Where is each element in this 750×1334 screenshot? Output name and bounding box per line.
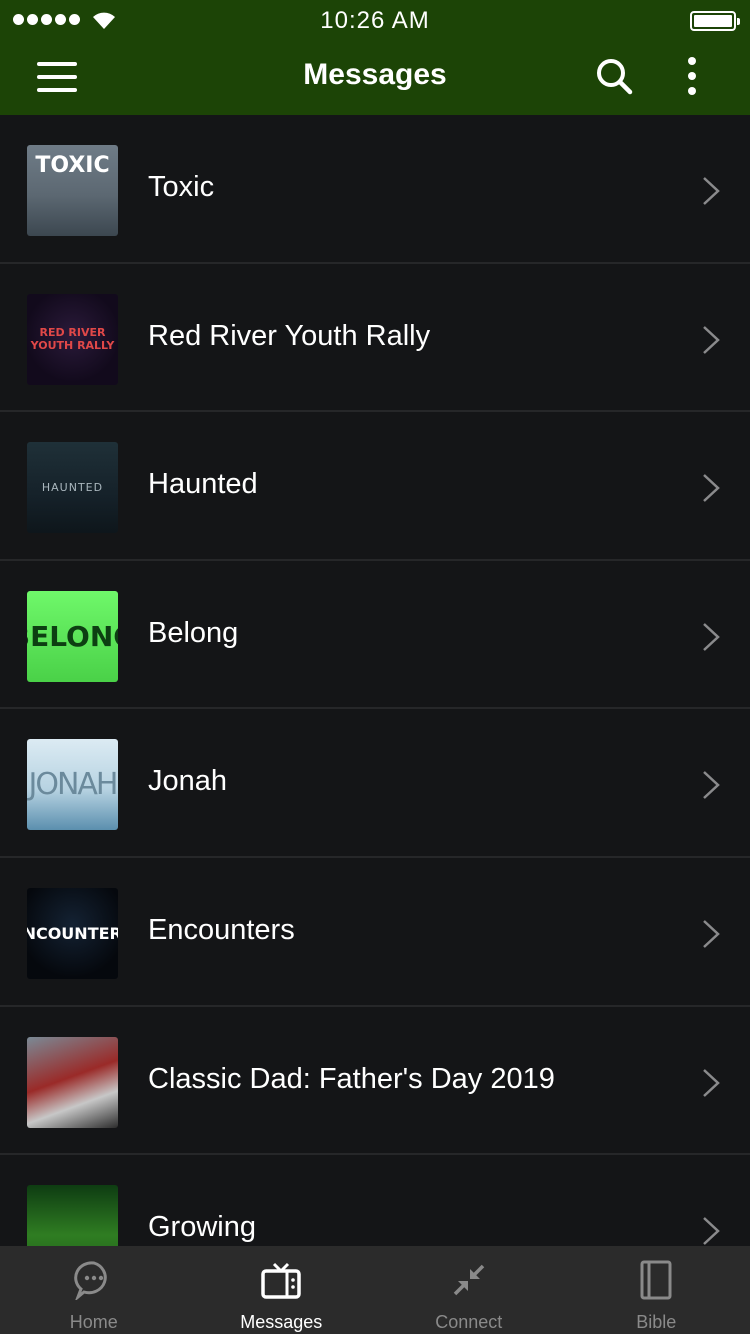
list-item-title: Haunted [148,468,258,501]
app-header: Messages [0,40,750,115]
chevron-right-icon [703,771,720,800]
series-thumbnail: RED RIVER YOUTH RALLY [27,293,118,385]
chevron-right-icon [703,920,720,948]
page-title: Messages [303,58,447,91]
book-icon [640,1260,672,1300]
tab-connect[interactable]: Connect [375,1246,563,1334]
list-item[interactable]: Classic Dad: Father's Day 2019 [0,1007,750,1156]
tv-icon [261,1262,301,1299]
tab-label: Bible [636,1312,677,1332]
list-item-title: Growing [148,1211,256,1244]
tab-bible[interactable]: Bible [563,1246,750,1334]
tab-label: Home [69,1312,118,1332]
list-item-title: Belong [148,616,239,649]
list-item-title: Toxic [148,171,215,203]
chevron-right-icon [703,622,720,651]
series-thumbnail: ENCOUNTERS [27,887,118,979]
list-item-title: Jonah [148,765,228,798]
tab-home[interactable]: Home [0,1246,188,1334]
more-options-icon[interactable] [672,54,712,98]
series-thumbnail: BELONG [27,590,118,682]
search-icon[interactable] [592,54,636,98]
list-item[interactable]: RED RIVER YOUTH RALLY Red River Youth Ra… [0,264,750,413]
list-item[interactable]: BELONG Belong [0,561,750,710]
list-item-title: Classic Dad: Father's Day 2019 [148,1062,555,1095]
series-thumbnail: HAUNTED [27,442,118,534]
list-item[interactable]: HAUNTED Haunted [0,412,750,561]
tab-label: Connect [435,1312,503,1332]
list-item[interactable]: ENCOUNTERS Encounters [0,858,750,1007]
chevron-right-icon [703,177,720,205]
series-thumbnail: TOXIC [27,145,118,236]
series-thumbnail: JONAH [27,739,118,831]
tab-messages[interactable]: Messages [188,1246,376,1334]
list-item-title: Encounters [148,913,295,946]
list-item[interactable]: TOXIC Toxic [0,115,750,264]
top-bar: 10:26 AM Messages [0,0,750,115]
chevron-right-icon [703,1068,720,1097]
chevron-right-icon [703,1217,720,1246]
tab-label: Messages [240,1312,323,1332]
chevron-right-icon [703,325,720,354]
chevron-right-icon [703,474,720,503]
tab-bar: Home Messages Connect Bible [0,1246,750,1334]
list-item[interactable]: JONAH Jonah [0,709,750,858]
messages-list: TOXIC Toxic RED RIVER YOUTH RALLY Red Ri… [0,115,750,1246]
list-item[interactable]: Growing [0,1155,750,1246]
status-bar: 10:26 AM [0,0,750,40]
battery-icon [690,11,740,31]
list-item-title: Red River Youth Rally [148,319,431,352]
status-time: 10:26 AM [320,7,430,34]
chat-bubble-icon [73,1261,107,1300]
series-thumbnail [27,1185,118,1246]
connect-arrows-icon [453,1264,484,1296]
series-thumbnail [27,1036,118,1128]
